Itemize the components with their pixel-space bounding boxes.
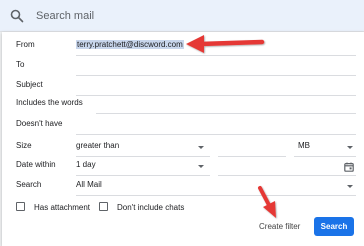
to-field[interactable] bbox=[76, 75, 356, 76]
from-value: terry.pratchett@discword.com bbox=[76, 40, 184, 49]
advanced-search-panel: From terry.pratchett@discword.com To Sub… bbox=[2, 32, 364, 246]
size-row: Size greater than MB bbox=[2, 138, 364, 158]
date-field[interactable] bbox=[218, 175, 356, 176]
search-button[interactable]: Search bbox=[314, 217, 354, 236]
search-scope-row: Search All Mail bbox=[2, 177, 364, 197]
search-scope-label: Search bbox=[16, 180, 42, 189]
search-scope-underline bbox=[76, 195, 356, 196]
from-row: From terry.pratchett@discword.com bbox=[2, 37, 364, 57]
no-chats-label: Don't include chats bbox=[117, 203, 185, 212]
size-operator-value: greater than bbox=[76, 141, 120, 150]
has-attachment-checkbox[interactable] bbox=[16, 202, 25, 211]
search-input[interactable]: Search mail bbox=[36, 10, 94, 22]
to-row: To bbox=[2, 57, 364, 77]
subject-label: Subject bbox=[16, 80, 43, 89]
no-chats-checkbox[interactable] bbox=[99, 202, 108, 211]
doesnt-have-field[interactable] bbox=[76, 134, 356, 135]
to-label: To bbox=[16, 60, 25, 69]
search-scope-value: All Mail bbox=[76, 180, 102, 189]
search-bar[interactable]: Search mail bbox=[0, 0, 364, 32]
dropdown-caret-icon bbox=[198, 146, 204, 149]
dropdown-caret-icon bbox=[198, 165, 204, 168]
from-label: From bbox=[16, 40, 35, 49]
includes-field[interactable] bbox=[96, 113, 356, 114]
includes-label: Includes the words bbox=[16, 98, 83, 107]
date-within-underline bbox=[76, 175, 210, 176]
date-row: Date within 1 day bbox=[2, 157, 364, 177]
checkbox-row: Has attachment Don't include chats bbox=[2, 200, 364, 220]
includes-row: Includes the words bbox=[2, 95, 364, 115]
create-filter-link[interactable]: Create filter bbox=[259, 222, 300, 231]
size-unit-value: MB bbox=[298, 141, 310, 150]
subject-row: Subject bbox=[2, 77, 364, 97]
date-label: Date within bbox=[16, 160, 56, 169]
search-icon[interactable] bbox=[10, 9, 24, 23]
dropdown-caret-icon bbox=[347, 185, 353, 188]
size-label: Size bbox=[16, 141, 32, 150]
dropdown-caret-icon bbox=[347, 146, 353, 149]
from-field[interactable]: terry.pratchett@discword.com bbox=[76, 40, 184, 49]
doesnt-have-row: Doesn't have bbox=[2, 116, 364, 136]
has-attachment-label: Has attachment bbox=[34, 203, 91, 212]
calendar-icon[interactable] bbox=[344, 159, 354, 177]
doesnt-have-label: Doesn't have bbox=[16, 119, 63, 128]
from-underline bbox=[76, 55, 356, 56]
date-within-value: 1 day bbox=[76, 160, 96, 169]
